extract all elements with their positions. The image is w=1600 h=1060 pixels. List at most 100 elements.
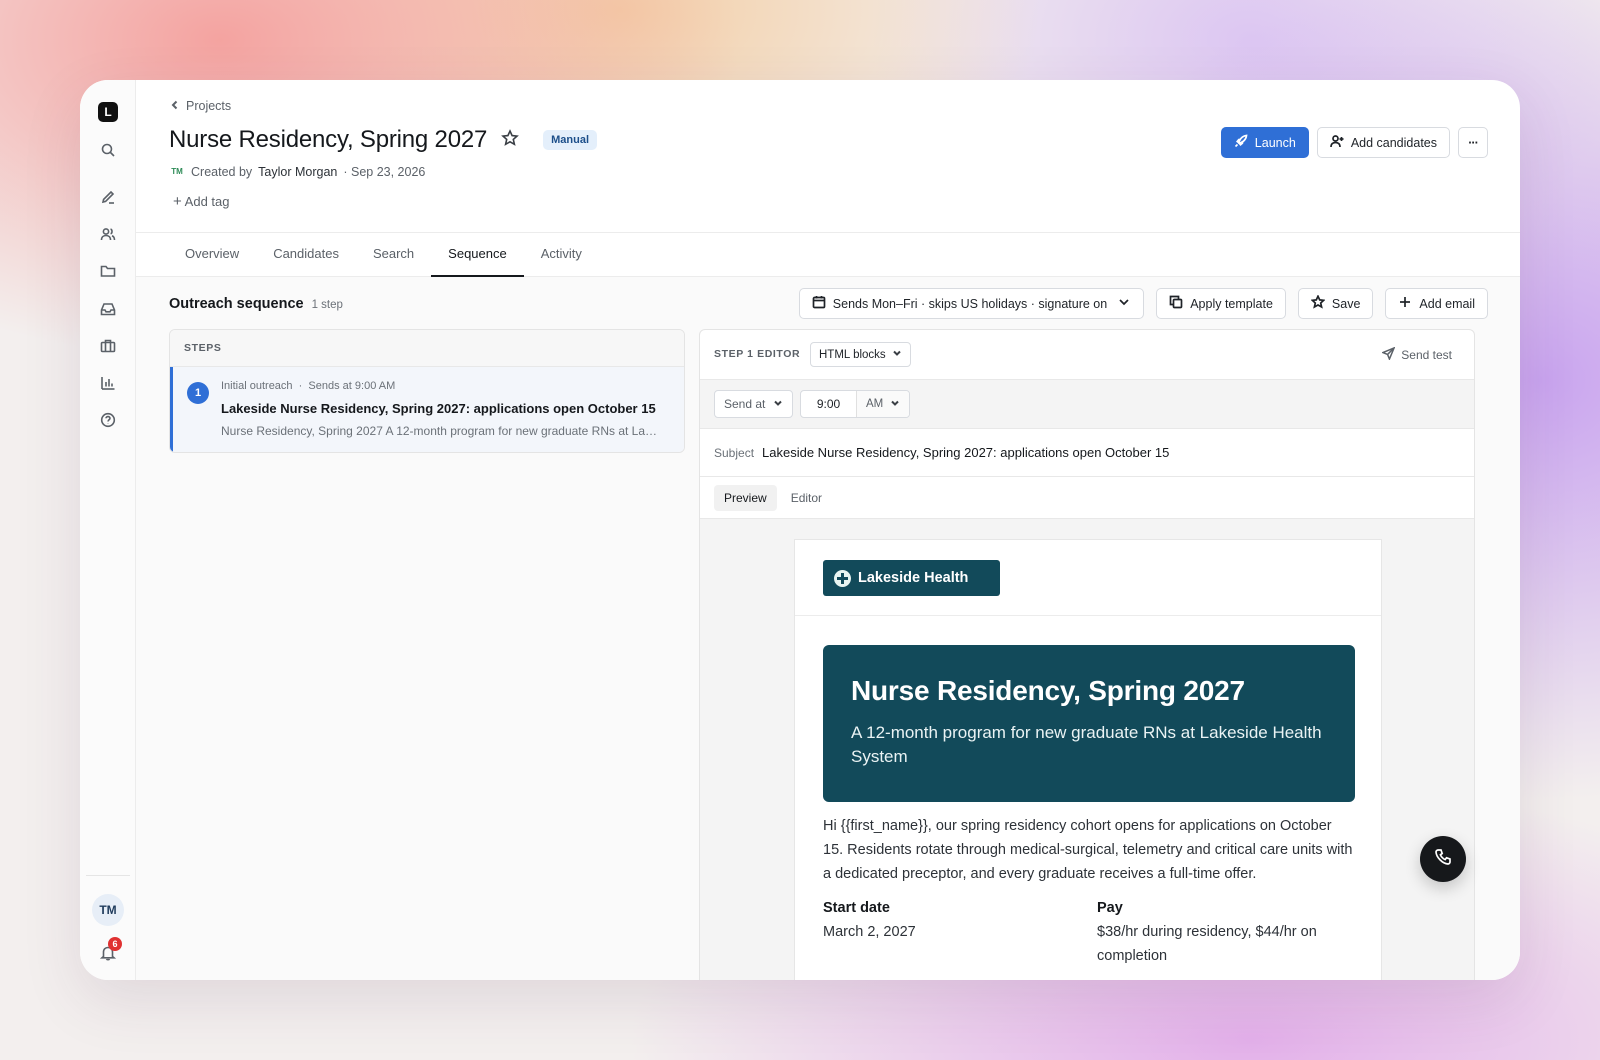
step-editor-panel: STEP 1 EDITOR HTML blocks Send test Send… — [699, 329, 1475, 980]
fact-label: Start date — [823, 900, 890, 916]
phone-icon — [1434, 848, 1452, 871]
send-at-select[interactable]: Send at — [714, 390, 794, 418]
project-meta: TM Created by Taylor Morgan · Sep 23, 20… — [169, 165, 425, 179]
more-options-button[interactable]: ··· — [1458, 127, 1488, 158]
chevron-down-icon — [892, 348, 902, 361]
add-candidates-button[interactable]: Add candidates — [1316, 127, 1450, 158]
subject-row: Subject Lakeside Nurse Residency, Spring… — [700, 429, 1474, 477]
favorite-star-icon[interactable] — [501, 128, 520, 152]
send-schedule-row: Send at 9:00 AM — [700, 380, 1474, 429]
user-avatar[interactable]: TM — [92, 894, 124, 926]
inbox-icon[interactable] — [98, 299, 118, 319]
tab-editor[interactable]: Editor — [781, 485, 832, 511]
creator-avatar: TM — [171, 167, 183, 176]
breadcrumb-projects-link[interactable]: Projects — [186, 99, 231, 113]
editor-mode-select[interactable]: HTML blocks — [810, 342, 911, 367]
send-time-input[interactable]: 9:00 — [801, 391, 857, 417]
ampm-select[interactable]: AM — [857, 391, 910, 417]
tab-search[interactable]: Search — [356, 233, 431, 277]
briefcase-icon[interactable] — [98, 336, 118, 356]
more-dots-icon: ··· — [1468, 135, 1478, 150]
creator-name[interactable]: Taylor Morgan — [258, 165, 337, 179]
created-date: · Sep 23, 2026 — [343, 165, 426, 179]
add-tag-button[interactable]: + Add tag — [173, 193, 230, 210]
hero-subtitle: A 12-month program for new graduate RNs … — [851, 723, 1322, 766]
tab-sequence[interactable]: Sequence — [431, 233, 524, 277]
sequence-title-text: Outreach sequence — [169, 296, 304, 312]
add-tag-label: Add tag — [184, 194, 230, 209]
rail-divider — [86, 875, 130, 876]
help-icon[interactable] — [98, 410, 118, 430]
fact-label: Pay — [1097, 900, 1123, 916]
send-test-button[interactable]: Send test — [1381, 346, 1452, 363]
notification-count-badge: 6 — [108, 937, 122, 951]
hero-title: Nurse Residency, Spring 2027 — [851, 675, 1245, 706]
tab-preview[interactable]: Preview — [714, 484, 777, 511]
email-preview-area: Lakeside Health Nurse Residency, Spring … — [700, 519, 1474, 980]
fact-value: March 2, 2027 — [823, 924, 916, 940]
add-candidates-label: Add candidates — [1350, 135, 1437, 150]
pencil-icon[interactable] — [98, 187, 118, 207]
fact-value: $38/hr during residency, $44/hr on compl… — [1097, 924, 1317, 964]
editor-label: STEP 1 EDITOR — [714, 348, 801, 360]
step-item[interactable]: 1 Initial outreach · Sends at 9:00 AM La… — [170, 367, 684, 452]
sequence-step-count: 1 step — [311, 299, 343, 311]
email-brand-row: Lakeside Health — [795, 540, 1381, 616]
send-icon — [1381, 346, 1396, 363]
subject-label: Subject — [714, 445, 755, 460]
step-number: 1 — [187, 382, 209, 404]
save-button[interactable]: Save — [1297, 288, 1374, 319]
bar-chart-icon[interactable] — [98, 373, 118, 393]
apply-template-label: Apply template — [1190, 296, 1273, 311]
email-facts: Start date March 2, 2027 Pay $38/hr duri… — [823, 896, 1355, 968]
fact-pay: Pay $38/hr during residency, $44/hr on c… — [1097, 896, 1355, 968]
main-area: Projects Nurse Residency, Spring 2027 Ma… — [136, 80, 1520, 980]
tab-candidates[interactable]: Candidates — [256, 233, 356, 277]
editor-mode-value: HTML blocks — [819, 348, 886, 361]
medical-cross-icon — [834, 569, 851, 587]
header-actions: Launch Add candidates ··· — [1220, 127, 1488, 158]
schedule-settings-button[interactable]: Sends Mon–Fri · skips US holidays · sign… — [798, 288, 1145, 319]
folder-icon[interactable] — [98, 261, 118, 281]
steps-header: STEPS — [170, 330, 684, 367]
email-hero: Nurse Residency, Spring 2027 A 12-month … — [823, 645, 1355, 802]
title-row: Nurse Residency, Spring 2027 Manual — [169, 126, 598, 154]
chevron-down-icon — [890, 398, 900, 411]
sequence-title: Outreach sequence 1 step — [169, 296, 343, 312]
email-body-text: Hi {{first_name}}, our spring residency … — [823, 818, 1353, 882]
notifications-bell-icon[interactable]: 6 — [98, 937, 122, 963]
schedule-settings-label: Sends Mon–Fri · skips US holidays · sign… — [832, 296, 1108, 311]
subject-input[interactable]: Lakeside Nurse Residency, Spring 2027: a… — [762, 445, 1169, 460]
sequence-content: Outreach sequence 1 step Sends Mon–Fri ·… — [136, 277, 1520, 980]
users-icon[interactable] — [98, 224, 118, 244]
calendar-icon — [812, 295, 826, 312]
tabs-bar: Overview Candidates Search Sequence Acti… — [136, 232, 1520, 277]
send-time-field: 9:00 AM — [800, 390, 911, 418]
copy-icon — [1169, 295, 1183, 312]
app-window: L TM 6 Projects Nurse Residency, Spring … — [80, 80, 1520, 980]
rocket-icon — [1234, 134, 1248, 151]
left-rail: L TM 6 — [80, 80, 136, 980]
chevron-down-icon — [773, 397, 783, 411]
step-title: Lakeside Nurse Residency, Spring 2027: a… — [221, 401, 656, 416]
add-email-label: Add email — [1419, 296, 1475, 311]
chevron-down-icon — [1117, 295, 1131, 312]
status-badge: Manual — [543, 130, 598, 150]
call-button[interactable] — [1420, 836, 1466, 882]
step-snippet: Nurse Residency, Spring 2027 A 12-month … — [221, 424, 663, 438]
step-meta: Initial outreach · Sends at 9:00 AM — [221, 380, 396, 392]
breadcrumb[interactable]: Projects — [170, 99, 231, 113]
search-icon[interactable] — [98, 140, 118, 160]
app-logo[interactable]: L — [98, 102, 118, 122]
tab-overview[interactable]: Overview — [168, 233, 256, 277]
sequence-toolbar: Sends Mon–Fri · skips US holidays · sign… — [798, 288, 1488, 319]
tab-activity[interactable]: Activity — [524, 233, 599, 277]
apply-template-button[interactable]: Apply template — [1156, 288, 1286, 319]
fact-start-date: Start date March 2, 2027 — [823, 896, 1097, 968]
launch-button[interactable]: Launch — [1220, 127, 1309, 158]
plus-icon — [1398, 295, 1412, 312]
ampm-value: AM — [866, 398, 884, 410]
send-at-label: Send at — [724, 397, 766, 411]
add-email-button[interactable]: Add email — [1385, 288, 1488, 319]
steps-panel: STEPS 1 Initial outreach · Sends at 9:00… — [169, 329, 685, 453]
